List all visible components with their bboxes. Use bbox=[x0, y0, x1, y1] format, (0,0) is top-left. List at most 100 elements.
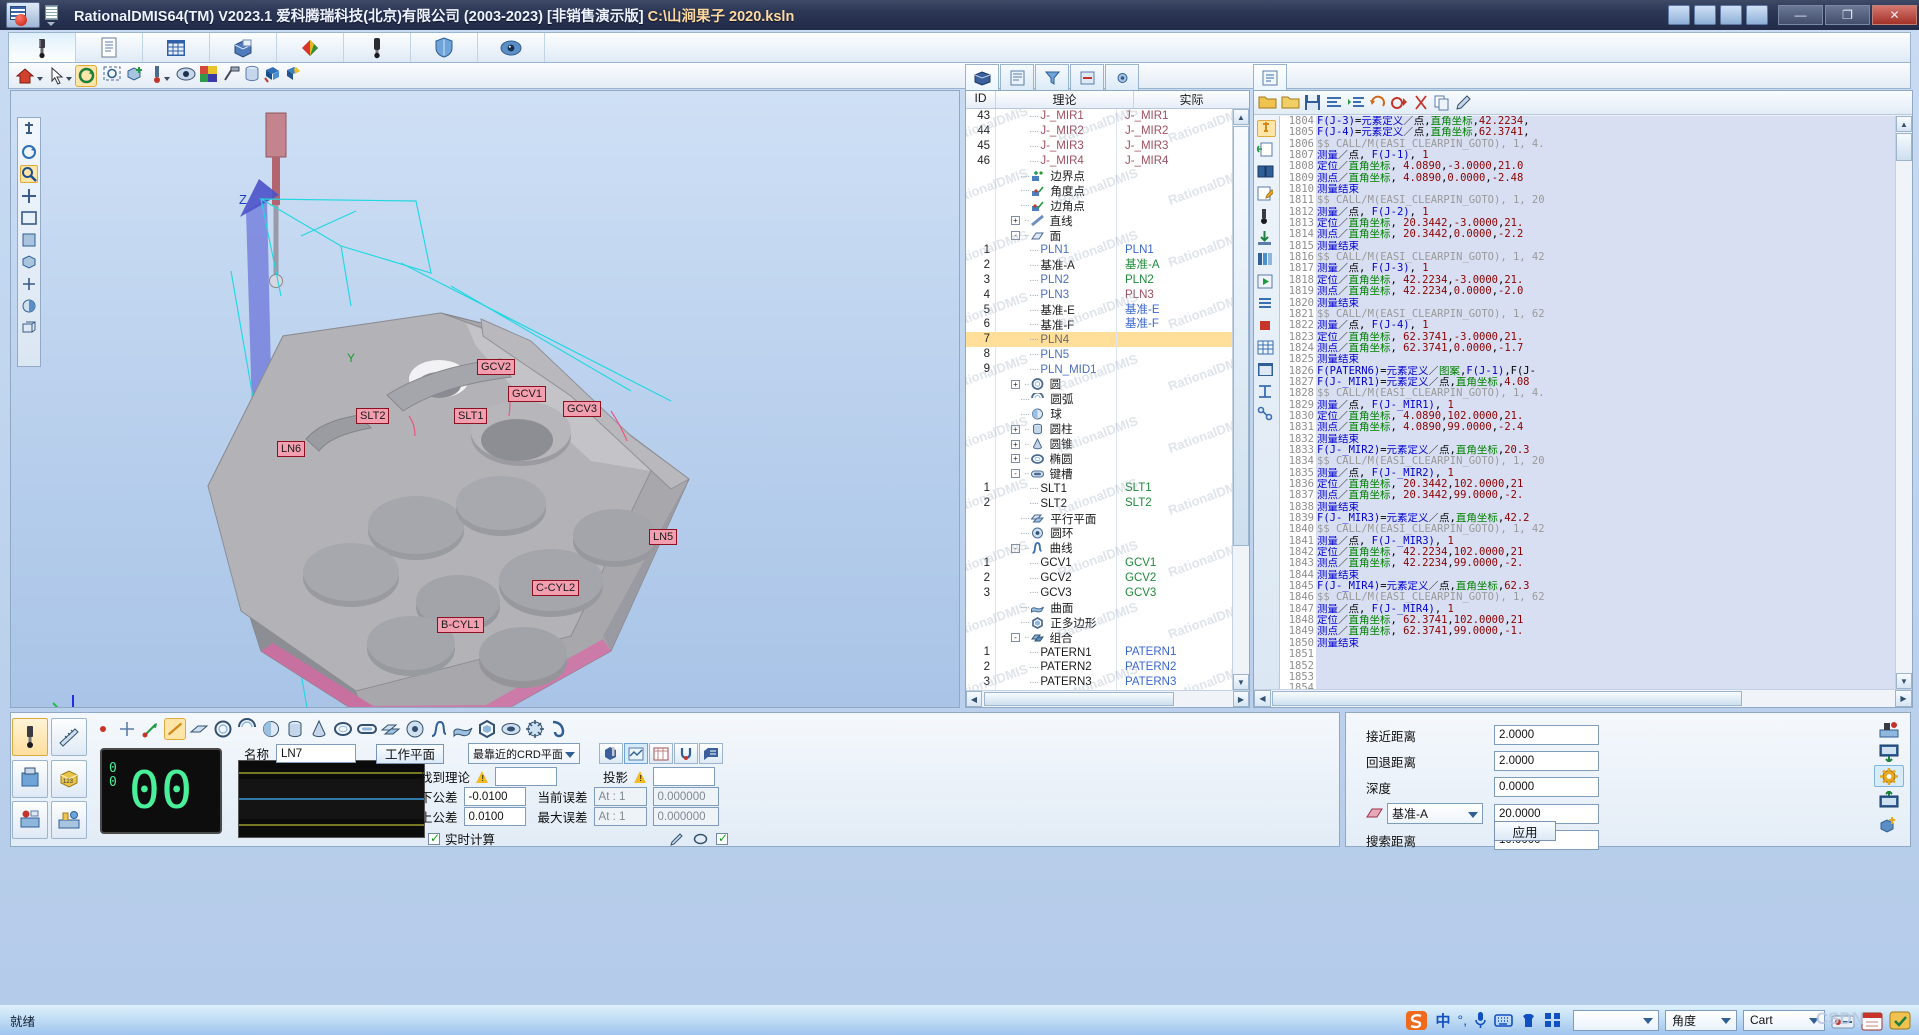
tree-row-name[interactable]: + ·· 圆锥 bbox=[996, 436, 1117, 452]
code-line-text[interactable] bbox=[1316, 660, 1895, 672]
tree-row[interactable]: ···· 边界点 bbox=[966, 168, 1232, 184]
code-scroll-right-button[interactable]: ▶ bbox=[1895, 690, 1912, 707]
tree-row-name[interactable]: ···· PLN3 bbox=[996, 287, 1117, 303]
shade-view-icon[interactable] bbox=[20, 297, 38, 315]
tree-row-name[interactable]: - ·· 键槽 bbox=[996, 466, 1117, 482]
tree-row[interactable]: 3 ···· GCV3 GCV3 bbox=[966, 585, 1232, 601]
highlight-icon[interactable] bbox=[284, 65, 302, 86]
torus-feature-icon[interactable] bbox=[404, 718, 426, 740]
tree-row-name[interactable]: ···· GCV2 bbox=[996, 570, 1117, 586]
code-line-text[interactable]: $$ CALL/M(EASI_CLEARPIN_GOTO), 1, 4. bbox=[1316, 138, 1895, 151]
code-scroll-left-button[interactable]: ◀ bbox=[1254, 690, 1271, 707]
close-button[interactable]: ✕ bbox=[1872, 5, 1917, 25]
code-line-text[interactable]: 测量结束 bbox=[1316, 354, 1895, 366]
code-line-text[interactable]: $$ CALL/M(EASI_CLEARPIN_GOTO), 1, 42 bbox=[1316, 524, 1895, 536]
edit-small-icon[interactable] bbox=[670, 832, 685, 846]
code-line-text[interactable]: 测点／直角坐标, 20.3442,99.0000,-2. bbox=[1316, 490, 1895, 502]
open-folder-icon[interactable] bbox=[1258, 94, 1277, 111]
rotate-icon[interactable] bbox=[75, 64, 97, 87]
window-extra-icon[interactable] bbox=[1746, 5, 1768, 25]
tree-row-name[interactable]: ···· J-_MIR3 bbox=[996, 138, 1117, 154]
cylinder-feature-icon[interactable] bbox=[284, 718, 306, 740]
code-line-text[interactable]: F(J-_MIR4)=元素定义／点,直角坐标,62.3 bbox=[1316, 581, 1895, 593]
code-line[interactable]: 1852 bbox=[1280, 660, 1895, 672]
tree-row[interactable]: ···· 角度点 bbox=[966, 183, 1232, 199]
window-pin-icon[interactable] bbox=[1720, 5, 1742, 25]
code-line[interactable]: 1827 F(J-_MIR1)=元素定义／点,直角坐标,4.08 bbox=[1280, 376, 1895, 389]
tree-row-name[interactable]: ···· 圆弧 bbox=[996, 391, 1117, 407]
monitor-up-icon[interactable] bbox=[1874, 789, 1904, 811]
insert-step-icon[interactable] bbox=[1256, 142, 1276, 159]
code-line-text[interactable] bbox=[1316, 671, 1895, 684]
slot-feature-icon[interactable] bbox=[356, 718, 378, 740]
tree-row-name[interactable]: + ·· 圆柱 bbox=[996, 421, 1117, 437]
code-line-text[interactable]: 测量／点, F(J-_MIR3), 1 bbox=[1316, 535, 1895, 548]
ellipse-feature-icon[interactable] bbox=[332, 718, 354, 740]
code-line-text[interactable]: F(J-_MIR1)=元素定义／点,直角坐标,4.08 bbox=[1316, 376, 1895, 389]
approach-input[interactable]: 2.0000 bbox=[1494, 725, 1599, 745]
point-icon[interactable] bbox=[92, 718, 114, 740]
apply-button[interactable]: 应用 bbox=[1494, 821, 1556, 841]
tree-row[interactable]: 9 ···· PLN_MID1 bbox=[966, 362, 1232, 378]
name-input[interactable]: LN7 bbox=[276, 744, 357, 763]
paint-icon[interactable] bbox=[263, 65, 281, 86]
code-line-text[interactable]: 测量结束 bbox=[1316, 569, 1895, 582]
code-line[interactable]: 1823 定位／直角坐标, 62.3741,-3.0000,21. bbox=[1280, 331, 1895, 343]
tree-row-name[interactable]: ···· PLN1 bbox=[996, 243, 1117, 258]
hook-feature-icon[interactable] bbox=[548, 718, 570, 740]
code-line-text[interactable]: $$ CALL/M(EASI_CLEARPIN_GOTO), 1, 62 bbox=[1316, 592, 1895, 604]
grid-icon[interactable] bbox=[1257, 362, 1276, 379]
tree-row-name[interactable]: ···· J-_MIR1 bbox=[996, 109, 1117, 124]
code-line-text[interactable]: 测点／直角坐标, 42.2234,99.0000,-2. bbox=[1316, 558, 1895, 570]
code-line[interactable]: 1839 F(J-_MIR3)=元素定义／点,直角坐标,42.2 bbox=[1280, 512, 1895, 525]
tree-row-name[interactable]: ···· GCV3 bbox=[996, 585, 1117, 601]
import-icon[interactable] bbox=[1257, 230, 1276, 247]
section-view-icon[interactable] bbox=[20, 275, 38, 293]
tool-tab-icon[interactable] bbox=[674, 743, 699, 764]
tree-row[interactable]: 44 ···· J-_MIR2 J-_MIR2 bbox=[966, 123, 1232, 139]
tree-row-name[interactable]: + ·· 圆 bbox=[996, 377, 1117, 392]
circle-feature-icon[interactable] bbox=[212, 718, 234, 740]
code-line-text[interactable]: 测点／直角坐标, 20.3442,0.0000,-2.2 bbox=[1316, 229, 1895, 241]
code-line[interactable]: 1818 定位／直角坐标, 42.2234,-3.0000,21. bbox=[1280, 274, 1895, 287]
list-icon[interactable] bbox=[1257, 296, 1276, 313]
code-line[interactable]: 1844 测量结束 bbox=[1280, 569, 1895, 582]
code-line-text[interactable]: $$ CALL/M(EASI_CLEARPIN_GOTO), 1, 42 bbox=[1316, 252, 1895, 264]
tree-scroll-thumb[interactable] bbox=[1233, 126, 1249, 546]
tree-row[interactable]: 2 ···· PATERN2 PATERN2 bbox=[966, 659, 1232, 675]
probe-tab-icon[interactable] bbox=[599, 743, 624, 764]
tree-row-name[interactable]: ···· 平行平面 bbox=[996, 511, 1117, 526]
tree-rows[interactable]: 43 ···· J-_MIR1 J-_MIR1 44 ···· J-_MIR2 J-_MIR2… bbox=[966, 109, 1232, 690]
auto-mode-icon[interactable] bbox=[12, 801, 48, 840]
zoom-view-icon[interactable] bbox=[20, 165, 38, 183]
wireframe-view-icon[interactable] bbox=[20, 319, 38, 337]
vector-point-icon[interactable] bbox=[140, 718, 162, 740]
surface-feature-icon[interactable] bbox=[452, 718, 474, 740]
tree-row[interactable]: 6 ···· 基准-F 基准-F bbox=[966, 317, 1232, 333]
home-icon[interactable] bbox=[15, 67, 43, 85]
chinese-mode-icon[interactable]: 中 bbox=[1435, 1010, 1450, 1031]
viewport-3d[interactable]: Z Y GCV2 GCV1 GCV3 SLT2 SLT1 LN6 LN5 C-C… bbox=[10, 90, 960, 708]
tree-row-name[interactable]: ···· 圆环 bbox=[996, 525, 1117, 541]
align-left-icon[interactable] bbox=[1325, 95, 1343, 111]
code-line[interactable]: 1809 测点／直角坐标, 4.0890,0.0000,-2.48 bbox=[1280, 172, 1895, 185]
tree-scroll-left-button[interactable]: ◀ bbox=[966, 691, 982, 707]
tree-expander-icon[interactable]: + bbox=[1011, 424, 1020, 434]
table-tab-icon[interactable] bbox=[649, 743, 674, 764]
code-line-text[interactable]: 测量／点, F(J-1), 1 bbox=[1316, 150, 1895, 162]
tree-row[interactable]: + ·· 圆柱 bbox=[966, 421, 1232, 437]
code-line[interactable]: 1840 $$ CALL/M(EASI_CLEARPIN_GOTO), 1, 42 bbox=[1280, 524, 1895, 536]
workplane-button[interactable]: 工作平面 bbox=[376, 743, 445, 764]
code-line-text[interactable]: 测量／点, F(J-_MIR4), 1 bbox=[1316, 603, 1895, 616]
ruler-mode-icon[interactable] bbox=[51, 718, 87, 756]
keyboard-icon[interactable] bbox=[1494, 1013, 1513, 1028]
code-line-text[interactable]: 定位／直角坐标, 20.3442,102.0000,21 bbox=[1316, 479, 1895, 491]
code-line-text[interactable]: 测点／直角坐标, 4.0890,0.0000,-2.48 bbox=[1316, 172, 1895, 185]
code-line-text[interactable]: 定位／直角坐标, 4.0890,102.0000,21. bbox=[1316, 410, 1895, 423]
code-line[interactable]: 1837 测点／直角坐标, 20.3442,99.0000,-2. bbox=[1280, 489, 1895, 502]
tree-scroll-down-button[interactable]: ▼ bbox=[1233, 674, 1249, 690]
pan-view-icon[interactable] bbox=[20, 187, 38, 205]
notify-icon[interactable] bbox=[1889, 1010, 1911, 1031]
viewport-label[interactable]: LN6 bbox=[277, 441, 306, 457]
code-line[interactable]: 1853 bbox=[1280, 671, 1895, 684]
